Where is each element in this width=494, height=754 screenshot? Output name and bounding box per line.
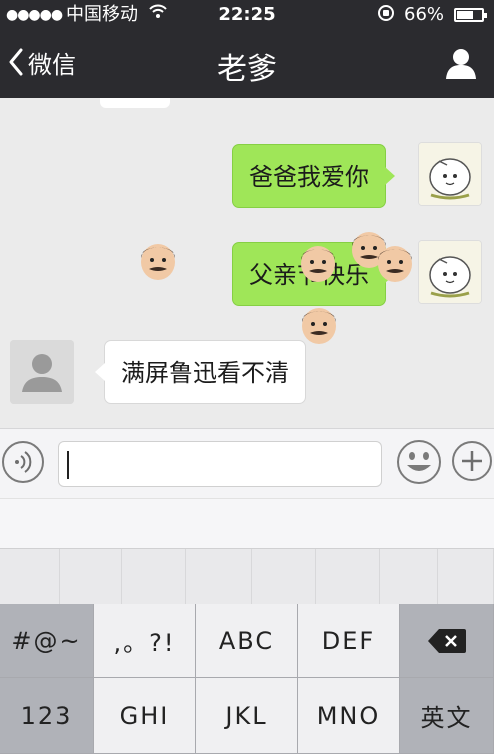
message-input[interactable] — [58, 441, 382, 487]
keyboard-key[interactable] — [186, 549, 252, 605]
text-caret — [67, 451, 69, 479]
key-label: GHI — [119, 701, 170, 730]
chat-area: 爸爸我爱你 父亲节快乐 — [0, 98, 494, 428]
keyboard-key[interactable] — [252, 549, 316, 605]
key-jkl[interactable]: JKL — [196, 678, 298, 754]
rotation-lock-icon — [378, 5, 394, 21]
message-text: 满屏鲁迅看不清 — [121, 359, 289, 387]
input-toolbar — [0, 428, 494, 498]
key-def[interactable]: DEF — [298, 604, 400, 678]
phone-screen: ●●●●● 中国移动 22:25 66% 微信 老爹 爸爸我爱你 满屏鲁迅看不清… — [0, 0, 494, 754]
key-punctuation[interactable]: ,。?! — [94, 604, 196, 678]
key-ghi[interactable]: GHI — [94, 678, 196, 754]
message-bubble-contact[interactable]: 满屏鲁迅看不清 — [95, 340, 306, 404]
keyboard: #@~ ,。?! ABC DEF 123 GHI JKL MNO 英文 — [0, 604, 494, 754]
backspace-icon[interactable] — [400, 604, 494, 678]
previous-message-bubble — [100, 98, 170, 108]
keyboard-key[interactable] — [380, 549, 438, 605]
man-face-emoji-icon — [301, 246, 335, 282]
keyboard-key[interactable] — [316, 549, 380, 605]
avatar-self[interactable] — [418, 142, 482, 206]
key-numbers[interactable]: 123 — [0, 678, 94, 754]
avatar-contact[interactable] — [10, 340, 74, 404]
person-icon[interactable] — [444, 46, 478, 80]
key-label: ABC — [218, 626, 275, 655]
key-mno[interactable]: MNO — [298, 678, 400, 754]
top-bar: ●●●●● 中国移动 22:25 66% 微信 老爹 — [0, 0, 494, 98]
key-label: MNO — [316, 701, 381, 730]
message-text: 爸爸我爱你 — [249, 163, 369, 191]
key-label: ,。?! — [113, 629, 176, 657]
plus-icon[interactable] — [452, 441, 492, 481]
key-label: 英文 — [420, 704, 473, 732]
keyboard-key[interactable] — [60, 549, 122, 605]
man-face-emoji-icon — [141, 244, 175, 280]
status-bar: ●●●●● 中国移动 22:25 66% — [0, 0, 494, 30]
key-label: #@~ — [11, 626, 82, 655]
voice-icon[interactable] — [2, 441, 44, 483]
message-bubble-self[interactable]: 爸爸我爱你 — [232, 144, 395, 208]
key-symbols[interactable]: #@~ — [0, 604, 94, 678]
avatar-self[interactable] — [418, 240, 482, 304]
chat-title: 老爹 — [217, 52, 277, 87]
key-label: DEF — [321, 626, 376, 655]
man-face-emoji-icon — [302, 308, 336, 344]
key-label: 123 — [20, 701, 73, 730]
battery-icon — [454, 8, 487, 22]
battery-level — [457, 11, 473, 19]
man-face-emoji-icon — [378, 246, 412, 282]
keyboard-top-row — [0, 548, 494, 605]
key-english[interactable]: 英文 — [400, 678, 494, 754]
keyboard-key[interactable] — [0, 549, 60, 605]
smiley-icon[interactable] — [396, 439, 442, 485]
candidate-bar — [0, 498, 494, 548]
keyboard-key[interactable] — [438, 549, 494, 605]
key-label: JKL — [225, 701, 268, 730]
battery-percent: 66% — [404, 4, 445, 25]
key-abc[interactable]: ABC — [196, 604, 298, 678]
keyboard-key[interactable] — [122, 549, 186, 605]
nav-bar: 微信 老爹 — [0, 30, 494, 98]
